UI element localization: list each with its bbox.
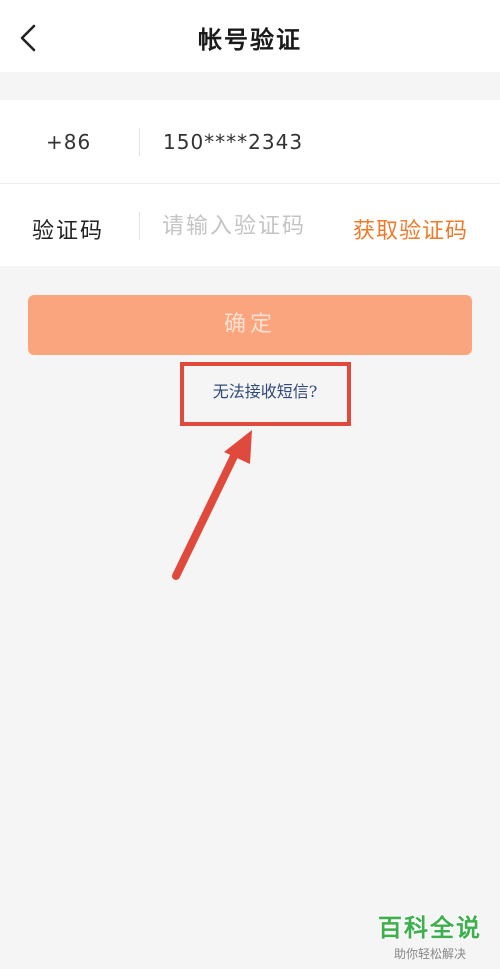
confirm-button[interactable]: 确定 [28, 295, 472, 355]
code-label: 验证码 [32, 219, 105, 244]
divider [139, 212, 140, 240]
code-input[interactable] [162, 208, 332, 244]
country-code[interactable]: +86 [46, 130, 91, 154]
highlight-box [180, 362, 351, 426]
watermark-tagline: 助你轻松解决 [393, 947, 466, 961]
watermark-brand: 百科全说 [378, 914, 482, 942]
watermark-logo: 百科全说 助你轻松解决 [370, 908, 490, 964]
verification-form: +86 150****2343 验证码 获取验证码 [0, 100, 500, 266]
code-row: 验证码 获取验证码 [0, 184, 500, 267]
get-code-button[interactable]: 获取验证码 [353, 213, 468, 245]
phone-number: 150****2343 [163, 130, 304, 154]
header-bar: 帐号验证 [0, 0, 500, 72]
divider [139, 128, 140, 156]
phone-row: +86 150****2343 [0, 100, 500, 183]
page-title: 帐号验证 [198, 26, 302, 54]
